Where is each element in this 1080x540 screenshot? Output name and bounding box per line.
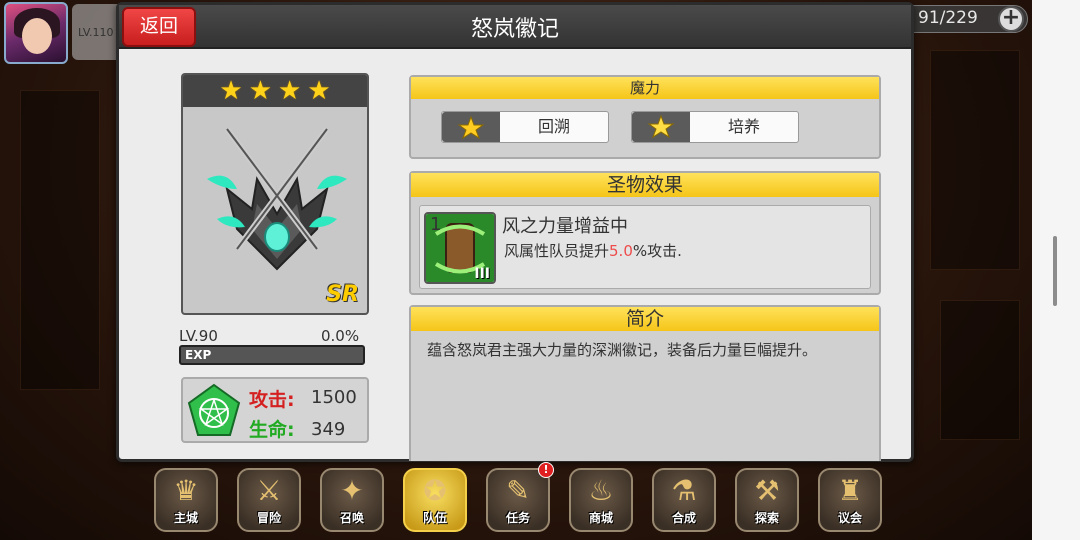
rewind-label: 回溯 <box>537 117 570 136</box>
item-card: ★ ★ ★ ★ SR <box>181 73 369 315</box>
nav-label: 召唤 <box>339 511 364 525</box>
resource-count: 91/229 <box>918 8 978 28</box>
intro-text: 蕴含怒岚君主强大力量的深渊徽记，装备后力量巨幅提升。 <box>427 341 818 359</box>
hp-value: 349 <box>311 419 346 440</box>
relic-effect-section: 圣物效果 1 III 风之力量增益中 风属性队员提升5.0%攻击. <box>409 171 881 295</box>
effect-entry: 1 III 风之力量增益中 风属性队员提升5.0%攻击. <box>419 205 871 289</box>
nav-craft-button[interactable]: ⚗ 合成 <box>652 468 716 532</box>
rewind-icon <box>442 112 500 142</box>
notification-badge: ! <box>538 462 554 478</box>
emblem-icon <box>207 127 347 271</box>
relic-detail-dialog: 怒岚徽记 返回 ★ ★ ★ ★ SR LV.90 0.0% EXP 攻击: 15… <box>116 2 914 462</box>
nav-main-city-button[interactable]: ♛ 主城 <box>154 468 218 532</box>
attack-value: 1500 <box>311 387 357 408</box>
explore-icon: ⚒ <box>754 474 780 507</box>
effect-tier: III <box>474 266 490 282</box>
nav-label: 探索 <box>754 511 779 525</box>
summon-icon: ✦ <box>340 474 364 507</box>
council-icon: ♜ <box>837 474 863 507</box>
effect-value: 5.0 <box>609 242 633 260</box>
exp-label: EXP <box>185 348 212 362</box>
train-button[interactable]: 培养 <box>631 111 799 143</box>
item-level: LV.90 <box>179 327 218 345</box>
train-icon <box>632 112 690 142</box>
nav-label: 冒险 <box>256 511 281 525</box>
hp-label: 生命: <box>249 419 295 441</box>
star-icon: ★ <box>307 76 331 106</box>
main-city-icon: ♛ <box>173 474 199 507</box>
magic-section: 魔力 回溯 培养 <box>409 75 881 159</box>
stats-panel: 攻击: 1500 生命: 349 <box>181 377 369 443</box>
nav-summon-button[interactable]: ✦ 召唤 <box>320 468 384 532</box>
nav-label: 主城 <box>173 511 198 525</box>
nav-team-button[interactable]: ✪ 队伍 <box>403 468 467 532</box>
nav-label: 议会 <box>837 511 862 525</box>
rarity-badge: SR <box>326 282 359 307</box>
pentagram-icon <box>187 383 241 436</box>
rewind-button[interactable]: 回溯 <box>441 111 609 143</box>
craft-icon: ⚗ <box>671 474 697 507</box>
wind-power-icon[interactable]: 1 III <box>424 212 496 284</box>
intro-title: 简介 <box>411 307 879 331</box>
player-avatar[interactable] <box>4 2 68 64</box>
team-icon: ✪ <box>423 474 447 507</box>
train-label: 培养 <box>727 117 760 136</box>
quest-icon: ✎ <box>506 474 530 507</box>
effect-description: 风属性队员提升5.0%攻击. <box>504 242 682 260</box>
dialog-title: 怒岚徽记 <box>470 17 559 42</box>
attack-label: 攻击: <box>249 389 295 411</box>
player-level: LV.110 <box>78 26 114 39</box>
scrollbar[interactable] <box>1053 236 1057 306</box>
effect-title: 圣物效果 <box>411 173 879 197</box>
adventure-icon: ⚔ <box>256 474 282 507</box>
star-icon: ★ <box>278 76 302 106</box>
exp-percent: 0.0% <box>321 327 360 345</box>
nav-label: 合成 <box>671 511 696 525</box>
nav-label: 队伍 <box>422 511 447 525</box>
shop-icon: ♨ <box>588 474 614 507</box>
intro-section: 简介 蕴含怒岚君主强大力量的深渊徽记，装备后力量巨幅提升。 <box>409 305 881 461</box>
nav-label: 商城 <box>588 511 613 525</box>
nav-quest-button[interactable]: ✎ 任务! <box>486 462 554 532</box>
nav-label: 任务 <box>505 511 530 525</box>
nav-adventure-button[interactable]: ⚔ 冒险 <box>237 468 301 532</box>
exp-bar: EXP <box>179 345 365 365</box>
star-rating: ★ ★ ★ ★ <box>183 75 367 107</box>
back-button[interactable]: 返回 <box>122 7 196 47</box>
nav-explore-button[interactable]: ⚒ 探索 <box>735 468 799 532</box>
effect-rank: 1 <box>430 214 442 235</box>
star-icon: ★ <box>219 76 243 106</box>
dialog-header: 怒岚徽记 <box>119 5 911 49</box>
effect-name: 风之力量增益中 <box>502 216 628 237</box>
nav-council-button[interactable]: ♜ 议会 <box>818 468 882 532</box>
add-resource-button[interactable]: + <box>998 6 1024 32</box>
star-icon: ★ <box>248 76 272 106</box>
nav-shop-button[interactable]: ♨ 商城 <box>569 468 633 532</box>
magic-title: 魔力 <box>411 77 879 99</box>
